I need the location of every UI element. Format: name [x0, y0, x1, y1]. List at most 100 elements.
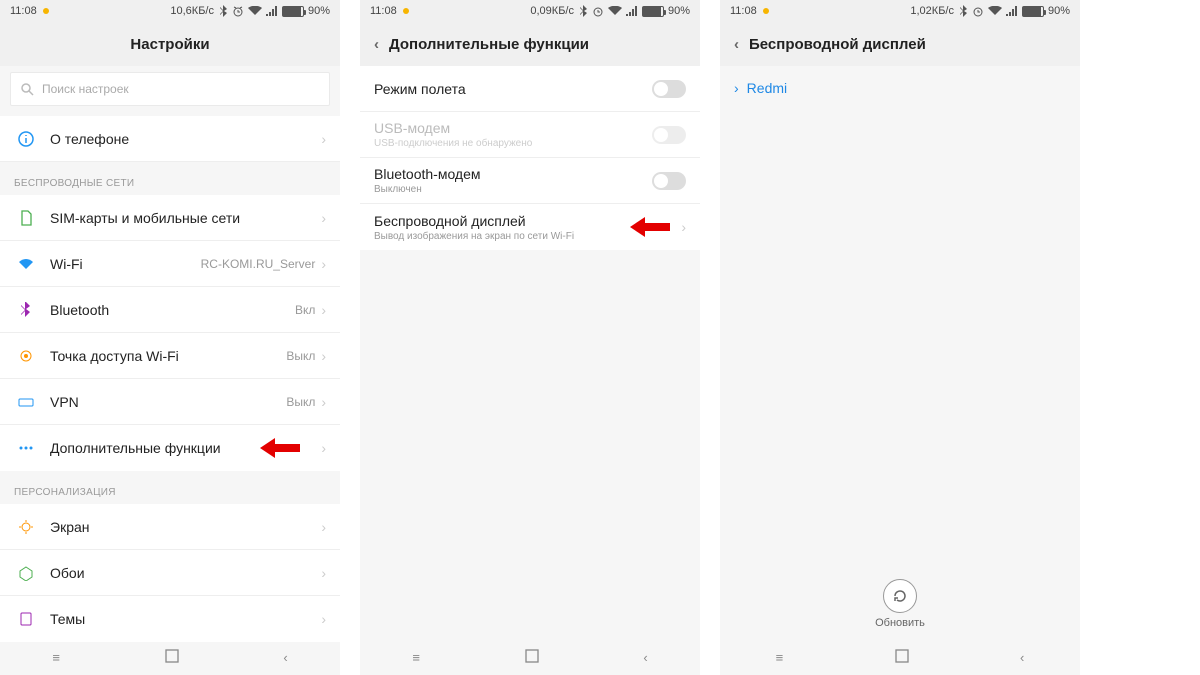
nav-recent-icon[interactable]: ≡: [52, 650, 60, 665]
row-label: О телефоне: [50, 131, 321, 147]
status-net: 0,09КБ/с: [530, 0, 574, 22]
device-item[interactable]: › Redmi: [720, 66, 1080, 110]
chevron-right-icon: ›: [321, 519, 326, 535]
screen-settings: 11:08 10,6КБ/с 90% Настройки Поиск настр…: [0, 0, 360, 675]
wifi-icon: [608, 0, 622, 22]
annotation-arrow-icon: [260, 438, 300, 458]
more-icon: [18, 440, 34, 456]
notification-dot-icon: [43, 8, 49, 14]
screen-more-functions: 11:08 0,09КБ/с 90% ‹ Дополнительные функ…: [360, 0, 720, 675]
display-icon: [18, 519, 34, 535]
nav-back-icon[interactable]: ‹: [643, 650, 647, 665]
nav-home-icon[interactable]: [165, 649, 179, 666]
nav-home-icon[interactable]: [895, 649, 909, 666]
header-title: Беспроводной дисплей: [749, 36, 926, 53]
nav-bar: ≡ ‹: [720, 639, 1080, 675]
vpn-icon: [18, 394, 34, 410]
chevron-right-icon: ›: [681, 219, 686, 235]
row-wifi[interactable]: Wi-Fi RC-KOMI.RU_Server ›: [0, 241, 340, 287]
wallpaper-icon: [18, 565, 34, 581]
refresh-button[interactable]: Обновить: [720, 579, 1080, 629]
row-airplane[interactable]: Режим полета: [360, 66, 700, 112]
status-time: 11:08: [10, 0, 37, 22]
info-icon: [18, 131, 34, 147]
status-bar: 11:08 10,6КБ/с 90%: [0, 0, 340, 22]
row-about-phone[interactable]: О телефоне ›: [0, 116, 340, 162]
chevron-right-icon: ›: [321, 611, 326, 627]
row-value: Выкл: [286, 395, 315, 409]
battery-pct: 90%: [668, 0, 690, 22]
toggle-bt[interactable]: [652, 172, 686, 190]
row-value: Выкл: [286, 349, 315, 363]
back-icon[interactable]: ‹: [734, 36, 739, 53]
search-input[interactable]: Поиск настроек: [10, 72, 330, 106]
nav-back-icon[interactable]: ‹: [283, 650, 287, 665]
battery-icon: [282, 6, 304, 17]
row-label: VPN: [50, 394, 286, 410]
row-label: Wi-Fi: [50, 256, 201, 272]
alarm-icon: [232, 0, 244, 22]
status-time: 11:08: [730, 0, 757, 22]
signal-icon: [266, 0, 278, 22]
wifi-icon: [18, 256, 34, 272]
chevron-right-icon: ›: [321, 440, 326, 456]
chevron-right-icon: ›: [321, 210, 326, 226]
nav-recent-icon[interactable]: ≡: [412, 650, 420, 665]
status-net: 10,6КБ/с: [170, 0, 214, 22]
bluetooth-icon: [18, 302, 34, 318]
alarm-icon: [592, 0, 604, 22]
row-bt-tether[interactable]: Bluetooth-модем Выключен: [360, 158, 700, 204]
toggle-airplane[interactable]: [652, 80, 686, 98]
row-label: Bluetooth: [50, 302, 295, 318]
nav-home-icon[interactable]: [525, 649, 539, 666]
header: ‹ Беспроводной дисплей: [720, 22, 1080, 66]
row-label: Режим полета: [374, 81, 652, 97]
chevron-right-icon: ›: [321, 131, 326, 147]
chevron-right-icon: ›: [321, 302, 326, 318]
annotation-arrow-icon: [630, 217, 670, 237]
row-bluetooth[interactable]: Bluetooth Вкл ›: [0, 287, 340, 333]
nav-bar: ≡ ‹: [360, 639, 700, 675]
row-label: Bluetooth-модем Выключен: [374, 166, 652, 195]
row-vpn[interactable]: VPN Выкл ›: [0, 379, 340, 425]
status-icons: 90%: [580, 0, 690, 22]
row-subtitle: Выключен: [374, 184, 652, 195]
status-icons: 90%: [220, 0, 330, 22]
row-value: RC-KOMI.RU_Server: [201, 257, 316, 271]
alarm-icon: [972, 0, 984, 22]
nav-back-icon[interactable]: ‹: [1020, 650, 1024, 665]
row-display[interactable]: Экран ›: [0, 504, 340, 550]
section-personalization: ПЕРСОНАЛИЗАЦИЯ: [0, 471, 340, 504]
notification-dot-icon: [403, 8, 409, 14]
bluetooth-icon: [580, 0, 588, 22]
row-more-settings[interactable]: Дополнительные функции ›: [0, 425, 340, 471]
status-net: 1,02КБ/с: [910, 0, 954, 22]
status-bar: 11:08 1,02КБ/с 90%: [720, 0, 1080, 22]
row-label: Экран: [50, 519, 321, 535]
device-name: Redmi: [747, 80, 787, 96]
wifi-icon: [248, 0, 262, 22]
chevron-right-icon: ›: [321, 256, 326, 272]
sim-icon: [18, 210, 34, 226]
chevron-right-icon: ›: [321, 348, 326, 364]
row-label: Обои: [50, 565, 321, 581]
wifi-icon: [988, 0, 1002, 22]
nav-bar: ≡ ‹: [0, 639, 340, 675]
battery-pct: 90%: [308, 0, 330, 22]
status-bar: 11:08 0,09КБ/с 90%: [360, 0, 700, 22]
hotspot-icon: [18, 348, 34, 364]
bluetooth-icon: [960, 0, 968, 22]
row-wireless-display[interactable]: Беспроводной дисплей Вывод изображения н…: [360, 204, 700, 250]
back-icon[interactable]: ‹: [374, 36, 379, 53]
row-sim[interactable]: SIM-карты и мобильные сети ›: [0, 195, 340, 241]
chevron-right-icon: ›: [734, 80, 739, 96]
row-label: Точка доступа Wi-Fi: [50, 348, 286, 364]
row-themes[interactable]: Темы ›: [0, 596, 340, 642]
bluetooth-icon: [220, 0, 228, 22]
nav-recent-icon[interactable]: ≡: [776, 650, 784, 665]
row-wallpaper[interactable]: Обои ›: [0, 550, 340, 596]
header: ‹ Дополнительные функции: [360, 22, 700, 66]
battery-pct: 90%: [1048, 0, 1070, 22]
status-time: 11:08: [370, 0, 397, 22]
row-hotspot[interactable]: Точка доступа Wi-Fi Выкл ›: [0, 333, 340, 379]
